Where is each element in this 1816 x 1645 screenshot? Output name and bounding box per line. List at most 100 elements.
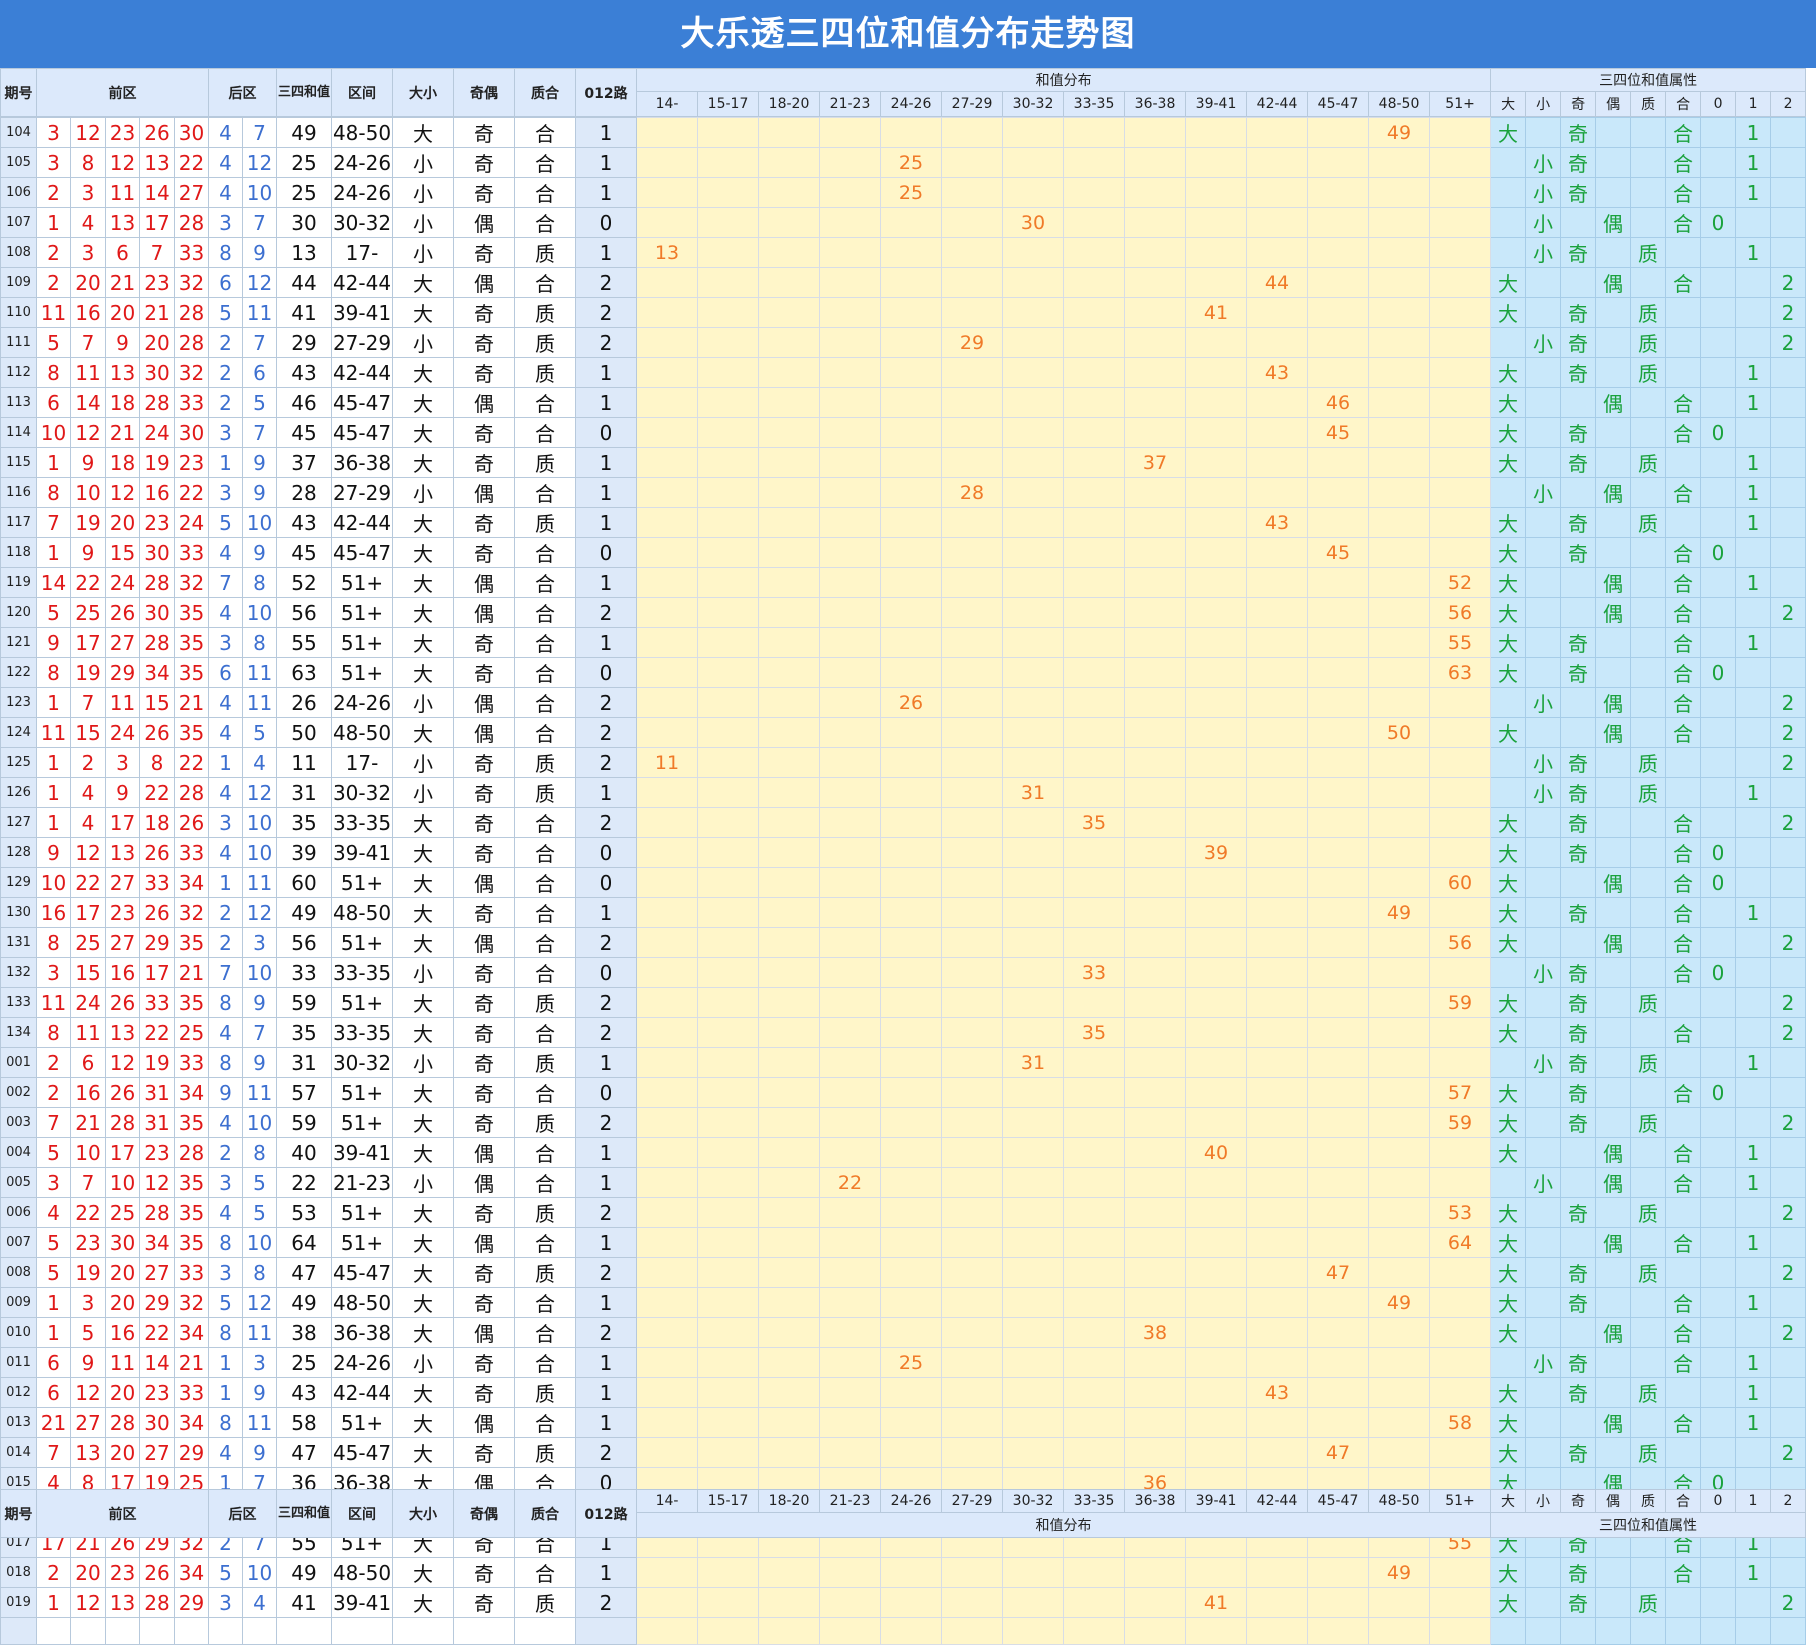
dist-cell <box>1246 777 1308 808</box>
attr-mark: 奇 <box>1560 117 1596 148</box>
dist-cell <box>1307 567 1369 598</box>
sum-cell: 49 <box>276 117 332 148</box>
back-number: 9 <box>242 477 277 508</box>
range-cell: 17- <box>331 747 393 778</box>
attr-cell <box>1735 1317 1771 1348</box>
dist-cell <box>819 957 881 988</box>
dist-cell <box>1002 327 1064 358</box>
attr-cell <box>1595 447 1631 478</box>
dist-cell <box>1368 1407 1430 1438</box>
dist-cell <box>697 807 759 838</box>
attr-cell <box>1560 597 1596 628</box>
front-number: 5 <box>36 1227 71 1258</box>
size-cell: 小 <box>392 687 454 718</box>
dist-cell <box>1185 1317 1247 1348</box>
dist-cell <box>941 117 1003 148</box>
dist-cell <box>1002 1107 1064 1138</box>
dist-cell <box>1002 747 1064 778</box>
period-cell: 117 <box>0 507 37 538</box>
back-number: 12 <box>242 1287 277 1318</box>
dist-cell <box>697 357 759 388</box>
dist-cell <box>1124 1107 1186 1138</box>
attr-cell <box>1525 567 1561 598</box>
attr-cell <box>1525 447 1561 478</box>
attr-cell <box>1490 147 1526 178</box>
attr-cell <box>1770 447 1806 478</box>
attr-mark: 合 <box>1665 867 1701 898</box>
dist-cell <box>697 1587 759 1618</box>
attr-cell <box>1665 777 1701 808</box>
front-number: 21 <box>105 417 140 448</box>
attr-mark: 大 <box>1490 1377 1526 1408</box>
route-cell: 1 <box>575 507 637 538</box>
back-number: 9 <box>242 1437 277 1468</box>
dist-mark: 49 <box>1368 897 1430 928</box>
attr-mark: 奇 <box>1560 807 1596 838</box>
prime-cell: 质 <box>514 1047 576 1078</box>
attr-mark: 合 <box>1665 897 1701 928</box>
attr-cell <box>1735 537 1771 568</box>
attr-cell <box>1700 1407 1736 1438</box>
front-number: 4 <box>70 207 106 238</box>
range-cell: 21-23 <box>331 1167 393 1198</box>
attr-mark: 奇 <box>1560 357 1596 388</box>
sum-cell: 49 <box>276 1557 332 1588</box>
dist-cell <box>941 1017 1003 1048</box>
prime-cell: 合 <box>514 867 576 898</box>
back-number: 7 <box>242 117 277 148</box>
parity-cell: 奇 <box>453 447 515 478</box>
dist-mark: 57 <box>1429 1077 1491 1108</box>
dist-cell <box>1124 747 1186 778</box>
range-cell: 51+ <box>331 927 393 958</box>
attr-cell <box>1735 417 1771 448</box>
sum-cell: 53 <box>276 1197 332 1228</box>
front-number: 1 <box>36 1587 71 1618</box>
dist-cell <box>1063 147 1125 178</box>
period-cell: 132 <box>0 957 37 988</box>
period-cell: 012 <box>0 1377 37 1408</box>
attr-mark: 大 <box>1490 717 1526 748</box>
sum-cell: 11 <box>276 747 332 778</box>
dist-cell <box>941 597 1003 628</box>
dist-cell <box>1307 1077 1369 1108</box>
dist-cell <box>1063 1437 1125 1468</box>
attr-mark: 小 <box>1525 747 1561 778</box>
route-cell: 2 <box>575 597 637 628</box>
dist-cell <box>1307 1377 1369 1408</box>
dist-cell <box>880 207 942 238</box>
front-number: 11 <box>36 987 71 1018</box>
dist-cell <box>1002 717 1064 748</box>
front-number: 28 <box>174 327 209 358</box>
sum-cell: 46 <box>276 387 332 418</box>
range-cell: 30-32 <box>331 207 393 238</box>
dist-cell <box>819 267 881 298</box>
size-cell: 大 <box>392 1197 454 1228</box>
dist-cell <box>880 717 942 748</box>
dist-cell <box>1124 1137 1186 1168</box>
attr-cell <box>1735 987 1771 1018</box>
prime-cell: 质 <box>514 507 576 538</box>
dist-cell <box>1124 1347 1186 1378</box>
page-title: 大乐透三四位和值分布走势图 <box>0 0 1816 68</box>
range-cell: 48-50 <box>331 717 393 748</box>
dist-cell <box>697 177 759 208</box>
parity-cell: 奇 <box>453 747 515 778</box>
front-number: 3 <box>36 147 71 178</box>
dist-cell <box>1429 1017 1491 1048</box>
dist-cell <box>819 657 881 688</box>
attr-col-label: 1 <box>1735 1489 1772 1513</box>
dist-mark: 31 <box>1002 1047 1064 1078</box>
front-number: 26 <box>174 807 209 838</box>
dist-cell <box>1063 1317 1125 1348</box>
dist-cell <box>1002 627 1064 658</box>
front-number: 9 <box>36 627 71 658</box>
dist-cell <box>1002 807 1064 838</box>
dist-cell <box>758 687 820 718</box>
dist-cell <box>1063 1167 1125 1198</box>
back-number: 4 <box>208 177 243 208</box>
dist-cell <box>1246 657 1308 688</box>
front-number: 6 <box>36 1347 71 1378</box>
size-cell: 小 <box>392 147 454 178</box>
attr-mark: 2 <box>1770 1317 1806 1348</box>
dist-cell <box>1185 657 1247 688</box>
